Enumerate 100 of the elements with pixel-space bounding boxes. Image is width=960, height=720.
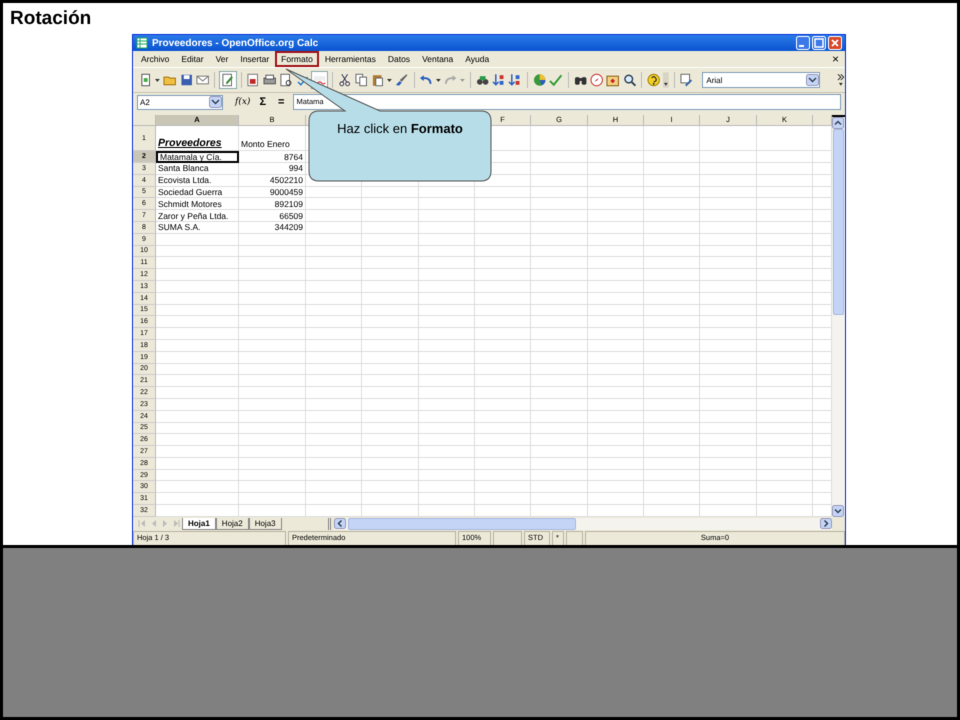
table-cell [239,328,306,340]
table-cell [757,269,813,281]
table-cell [644,446,700,458]
table-cell [644,481,700,494]
vertical-scrollbar[interactable] [832,115,845,517]
pie-chart-icon[interactable] [532,73,546,88]
table-cell [475,481,531,494]
sum-button[interactable]: Σ [256,96,270,108]
sort-ascending-icon[interactable] [492,73,506,88]
menu-item[interactable]: Formato [275,51,319,68]
table-cell [644,246,700,258]
menu-item[interactable]: Ayuda [459,51,496,68]
scroll-thumb[interactable] [348,518,576,530]
scroll-thumb[interactable] [833,129,844,316]
menu-item[interactable]: Insertar [234,51,276,68]
close-document-button[interactable]: × [832,52,839,66]
table-cell [362,304,419,316]
table-cell [700,174,757,187]
navigator-icon[interactable] [476,73,490,88]
compass-icon[interactable] [590,73,604,88]
table-cell [644,174,700,187]
sheet-tab[interactable]: Hoja2 [216,518,249,530]
function-button[interactable]: = [275,96,288,108]
envelope-icon[interactable] [196,73,210,88]
menu-item[interactable]: Datos [382,51,416,68]
new-document-icon[interactable] [139,73,152,88]
sheet-tab[interactable]: Hoja1 [182,518,216,530]
table-cell [588,446,644,458]
scroll-left-icon[interactable] [334,518,346,530]
close-icon[interactable] [828,36,842,50]
save-icon[interactable] [180,73,193,88]
table-cell [700,162,757,175]
table-cell [588,234,644,246]
table-cell [644,422,700,434]
table-cell [475,234,531,246]
table-cell [475,470,531,482]
table-cell [644,316,700,328]
horizontal-scrollbar[interactable] [334,518,832,530]
table-cell [757,162,813,175]
table-cell [239,304,306,316]
table-cell [475,269,531,281]
table-cell [757,304,813,316]
table-cell [362,340,419,352]
function-wizard-button[interactable]: f(x) [235,97,250,108]
magnifier-icon[interactable] [622,73,636,88]
table-cell [700,222,757,234]
table-cell [419,210,475,222]
table-cell [531,162,588,175]
menu-item[interactable]: Ventana [416,51,460,68]
table-cell: 8764 [239,151,306,163]
scroll-right-icon[interactable] [820,518,832,530]
copy-icon[interactable] [354,73,368,88]
menu-item[interactable]: Herramientas [318,51,382,68]
sort-descending-icon[interactable] [508,73,522,88]
table-cell [419,352,475,364]
help-icon[interactable] [646,73,660,88]
table-cell [644,364,700,376]
table-cell [475,398,531,411]
table-cell [239,470,306,482]
table-cell [757,481,813,494]
table-cell [588,375,644,388]
table-cell [588,387,644,399]
table-cell [475,410,531,422]
pdf-icon[interactable] [246,73,260,88]
page-preview-icon[interactable] [279,73,293,88]
table-cell [644,151,700,163]
table-cell [306,398,362,411]
table-cell [419,292,475,305]
table-cell [588,174,644,187]
scroll-down-icon[interactable] [832,504,844,517]
paintbrush-icon[interactable] [395,73,409,88]
more-chevron-icon[interactable] [837,72,845,88]
table-cell [531,280,588,293]
maximize-icon[interactable] [812,36,826,50]
table-cell [419,257,475,270]
cell-reference-field[interactable]: A2 [137,94,223,110]
printer-icon[interactable] [262,73,276,88]
sheet-tab[interactable]: Hoja3 [248,518,282,530]
table-cell [700,375,757,388]
table-cell [306,186,362,198]
clipboard-icon[interactable] [370,73,384,88]
menu-item[interactable]: Ver [210,51,234,68]
edit-icon[interactable] [220,72,236,88]
table-cell [475,186,531,198]
menu-item[interactable]: Editar [175,51,210,68]
scissors-icon[interactable] [338,73,352,88]
toolbar-options-icon[interactable] [663,72,670,88]
table-cell [531,257,588,270]
menu-item[interactable]: Archivo [135,51,176,68]
checkmark-icon[interactable] [549,73,563,88]
table-cell [700,505,757,517]
table-cell [531,210,588,222]
table-cell [475,292,531,305]
gallery-icon[interactable] [606,73,620,88]
scroll-up-icon[interactable] [832,117,844,130]
font-name-field[interactable]: Arial [702,72,820,88]
draw-icon[interactable] [680,73,694,88]
table-cell [588,340,644,352]
table-cell [362,280,419,293]
minimize-icon[interactable] [796,36,810,50]
